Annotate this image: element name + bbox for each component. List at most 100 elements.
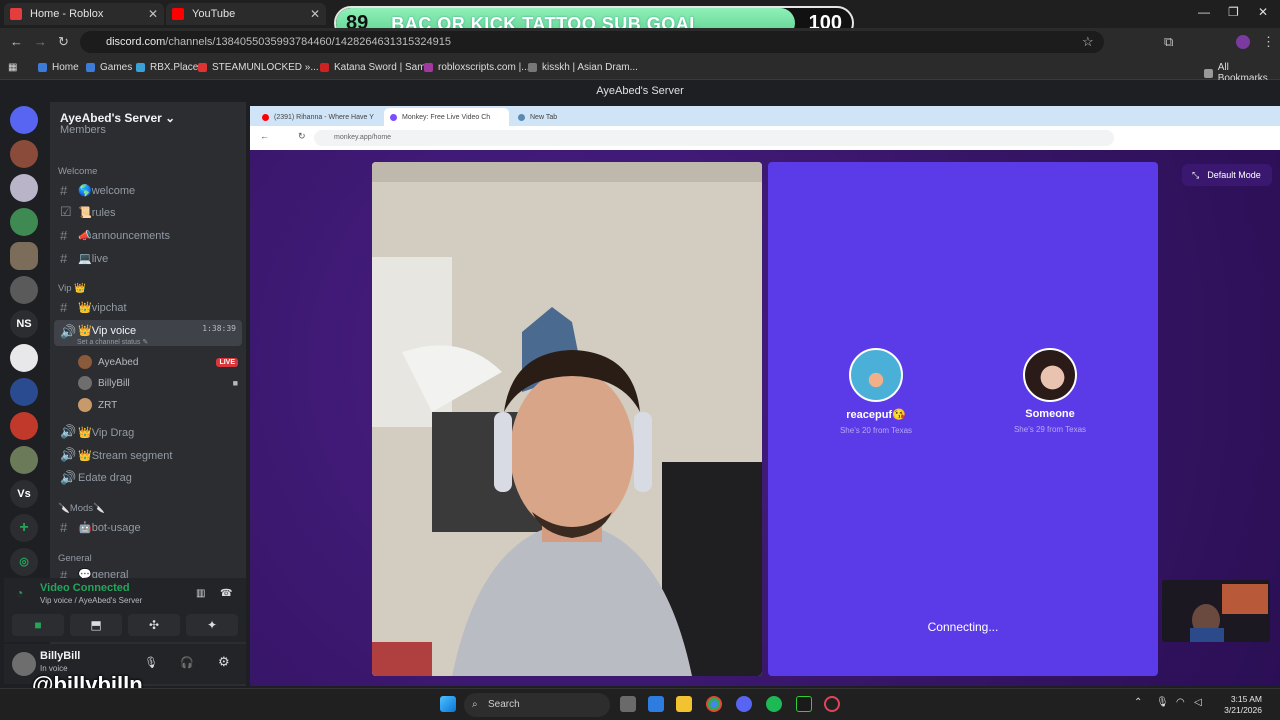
chrome-icon[interactable] [706, 696, 722, 712]
add-server-icon[interactable]: + [10, 514, 38, 542]
system-clock[interactable]: 3:15 AM 3/21/2026 [1212, 694, 1262, 716]
channel-welcome[interactable]: # 🌎welcome [54, 180, 242, 200]
close-icon[interactable]: ✕ [148, 7, 158, 21]
camera-button[interactable]: ■ [12, 614, 64, 636]
disconnect-icon[interactable]: ☎ [220, 588, 232, 599]
explore-icon[interactable]: ◎ [10, 548, 38, 576]
extensions-icon[interactable]: ⧉ [1164, 34, 1173, 50]
clock-time: 3:15 AM [1230, 694, 1262, 704]
server-icon[interactable] [10, 446, 38, 474]
server-icon[interactable] [10, 208, 38, 236]
forward-icon[interactable]: → [34, 34, 47, 49]
server-icon[interactable] [10, 344, 38, 372]
server-icon[interactable] [10, 276, 38, 304]
settings-icon[interactable]: ⚙ [218, 654, 230, 670]
bookmark-item[interactable]: Home [38, 62, 79, 73]
channel-general-partial[interactable]: # 💬general [54, 568, 242, 578]
category-mods[interactable]: 🔪Mods🔪 [58, 503, 105, 514]
category-welcome[interactable]: Welcome [58, 166, 97, 177]
inner-tab[interactable]: (2391) Rihanna - Where Have Y [256, 108, 381, 126]
category-vip[interactable]: Vip 👑 [58, 283, 86, 294]
channel-members-partial[interactable]: Members [54, 124, 242, 136]
server-icon-active[interactable] [10, 242, 38, 270]
screen-share-stream[interactable]: (2391) Rihanna - Where Have Y Monkey: Fr… [250, 106, 1280, 686]
file-explorer-icon[interactable] [676, 696, 692, 712]
noise-suppression-icon[interactable]: ▥ [196, 588, 205, 599]
camera-icon: ■ [232, 378, 238, 388]
opera-icon[interactable] [824, 696, 840, 712]
app-icon[interactable] [796, 696, 812, 712]
spotify-icon[interactable] [766, 696, 782, 712]
apps-icon[interactable]: ▦ [8, 62, 17, 73]
bookmark-label: STEAMUNLOCKED »... [212, 62, 319, 73]
server-icon-vs[interactable]: Vs [10, 480, 38, 508]
channel-label: 🤖bot-usage [78, 521, 141, 534]
inner-tab-active[interactable]: Monkey: Free Live Video Ch [384, 108, 509, 126]
microphone-icon[interactable]: 🎙 [144, 656, 158, 669]
headphones-icon[interactable]: 🎧 [180, 656, 194, 669]
voice-status[interactable]: Video Connected [40, 582, 130, 594]
browser-tab-youtube[interactable]: YouTube ✕ [166, 3, 326, 25]
channel-vipchat[interactable]: # 👑vipchat [54, 297, 242, 317]
channel-stream-segment[interactable]: 🔊 👑Stream segment [54, 445, 242, 465]
maximize-icon[interactable]: ❐ [1228, 5, 1239, 19]
match-card[interactable]: reacepuf😘 She's 20 from Texas [796, 348, 956, 435]
channel-live[interactable]: # 💻live [54, 248, 242, 268]
browser-tab-roblox[interactable]: Home - Roblox ✕ [4, 3, 164, 25]
user-name[interactable]: BillyBill [40, 650, 80, 662]
minimize-icon[interactable]: — [1198, 5, 1210, 19]
wifi-icon[interactable]: ◠ [1176, 697, 1185, 708]
channel-status-hint[interactable]: Set a channel status ✎ [77, 338, 148, 346]
bookmark-item[interactable]: RBX.Place [136, 62, 198, 73]
app-icon[interactable] [648, 696, 664, 712]
activities-button[interactable]: ✣ [128, 614, 180, 636]
discord-home-icon[interactable] [10, 106, 38, 134]
voice-user[interactable]: AyeAbed LIVE [78, 353, 238, 371]
channel-edate-drag[interactable]: 🔊 Edate drag [54, 468, 242, 488]
default-mode-button[interactable]: ⤡ Default Mode [1182, 164, 1272, 186]
back-icon[interactable]: ← [260, 131, 269, 141]
voice-user-name: ZRT [98, 399, 118, 411]
category-general[interactable]: General [58, 553, 92, 564]
inner-address-bar[interactable]: monkey.app/home [314, 130, 1114, 146]
windows-start-icon[interactable] [440, 696, 456, 712]
back-icon[interactable]: ← [10, 34, 23, 49]
reload-icon[interactable]: ↻ [298, 131, 306, 142]
hash-icon: # [60, 182, 68, 198]
address-bar[interactable]: discord.com/channels/1384055035993784460… [80, 31, 1104, 53]
voice-user[interactable]: BillyBill ■ [78, 374, 238, 392]
channel-vip-drag[interactable]: 🔊 👑Vip Drag [54, 422, 242, 442]
microphone-icon[interactable]: 🎙 [1156, 697, 1169, 708]
bookmark-star-icon[interactable]: ☆ [1082, 34, 1094, 50]
channel-rules[interactable]: ☑ 📜rules [54, 202, 242, 222]
channel-announcements[interactable]: # 📣announcements [54, 225, 242, 245]
inner-tab[interactable]: New Tab [512, 108, 637, 126]
bookmark-item[interactable]: Games [86, 62, 132, 73]
server-icon-ns[interactable]: NS [10, 310, 38, 338]
close-icon[interactable]: ✕ [310, 7, 320, 21]
server-icon[interactable] [10, 140, 38, 168]
server-icon[interactable] [10, 412, 38, 440]
channel-bot-usage[interactable]: # 🤖bot-usage [54, 517, 242, 537]
bookmark-item[interactable]: STEAMUNLOCKED »... [198, 62, 319, 73]
profile-avatar[interactable] [1236, 35, 1250, 49]
soundboard-button[interactable]: ✦ [186, 614, 238, 636]
match-card[interactable]: Someone She's 29 from Texas [970, 348, 1130, 434]
taskbar-search[interactable]: ⌕ Search [464, 693, 610, 717]
menu-icon[interactable]: ⋮ [1262, 34, 1275, 50]
volume-icon[interactable]: ◁ [1194, 697, 1202, 708]
bookmark-item[interactable]: robloxscripts.com |... [424, 62, 530, 73]
bookmark-item[interactable]: kisskh | Asian Dram... [528, 62, 638, 73]
close-window-icon[interactable]: ✕ [1258, 5, 1268, 19]
task-view-icon[interactable] [620, 696, 636, 712]
voice-location[interactable]: Vip voice / AyeAbed's Server [40, 596, 142, 605]
server-icon[interactable] [10, 378, 38, 406]
chevron-up-icon[interactable]: ⌃ [1134, 697, 1142, 708]
voice-user[interactable]: ZRT [78, 396, 238, 414]
discord-icon[interactable] [736, 696, 752, 712]
bookmark-item[interactable]: Katana Sword | Sam... [320, 62, 434, 73]
reload-icon[interactable]: ↻ [58, 34, 69, 50]
share-screen-button[interactable]: ⬒ [70, 614, 122, 636]
server-icon[interactable] [10, 174, 38, 202]
picture-in-picture-video[interactable] [1162, 580, 1270, 642]
